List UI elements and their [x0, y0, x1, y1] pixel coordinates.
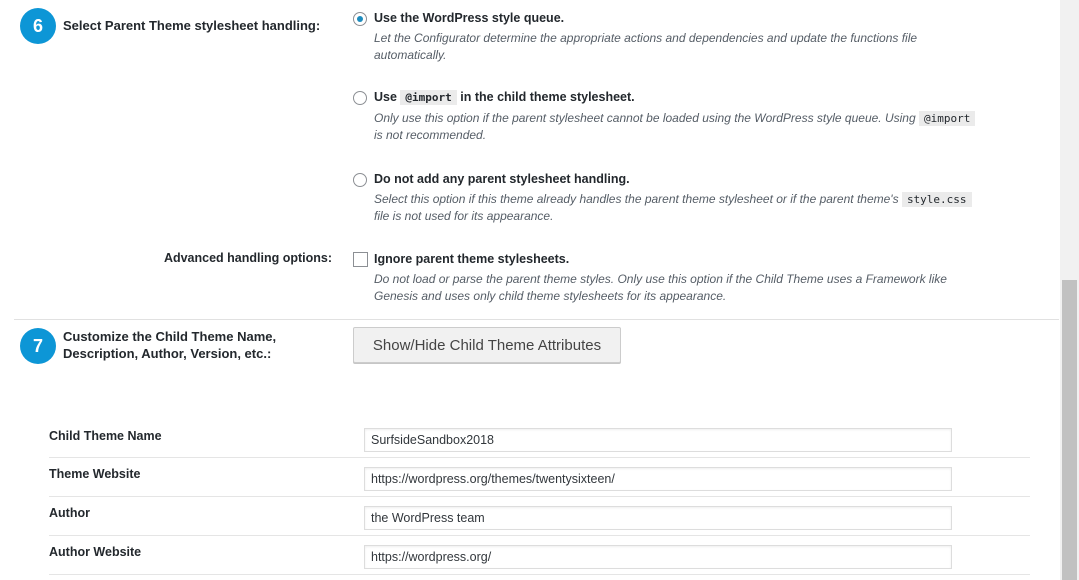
- step-6-label: Select Parent Theme stylesheet handling:: [63, 18, 321, 33]
- ignore-parent-label: Ignore parent theme stylesheets.: [374, 252, 570, 266]
- option-no-handling-desc: Select this option if this theme already…: [374, 191, 986, 225]
- step-7-badge: 7: [20, 328, 56, 364]
- row-divider: [49, 535, 1030, 536]
- import-code-desc: @import: [919, 111, 976, 126]
- section-divider: [14, 319, 1059, 320]
- option-import-label: Use @import in the child theme styleshee…: [374, 90, 635, 105]
- author-website-input[interactable]: [364, 545, 952, 569]
- child-theme-name-label: Child Theme Name: [49, 429, 162, 443]
- row-divider: [49, 457, 1030, 458]
- author-input[interactable]: [364, 506, 952, 530]
- show-hide-attributes-button[interactable]: Show/Hide Child Theme Attributes: [353, 327, 621, 363]
- option-import-desc: Only use this option if the parent style…: [374, 110, 979, 144]
- row-divider: [49, 496, 1030, 497]
- ignore-parent-desc: Do not load or parse the parent theme st…: [374, 272, 947, 303]
- child-theme-name-input[interactable]: [364, 428, 952, 452]
- option-style-queue-desc: Let the Configurator determine the appro…: [374, 31, 918, 62]
- scrollbar-thumb[interactable]: [1062, 280, 1077, 580]
- author-label: Author: [49, 506, 90, 520]
- step-7-label: Customize the Child Theme Name, Descript…: [63, 329, 277, 361]
- radio-import[interactable]: [353, 91, 367, 105]
- ignore-parent-checkbox[interactable]: [353, 252, 368, 267]
- option-no-handling-label: Do not add any parent stylesheet handlin…: [374, 172, 630, 186]
- row-divider: [49, 574, 1030, 575]
- import-code: @import: [400, 90, 457, 105]
- radio-style-queue[interactable]: [353, 12, 367, 26]
- theme-website-label: Theme Website: [49, 467, 141, 481]
- style-css-code: style.css: [901, 192, 972, 207]
- theme-website-input[interactable]: [364, 467, 952, 491]
- step-6-badge: 6: [20, 8, 56, 44]
- option-style-queue-label: Use the WordPress style queue.: [374, 11, 565, 25]
- author-website-label: Author Website: [49, 545, 142, 559]
- advanced-handling-label: Advanced handling options:: [163, 251, 332, 265]
- radio-no-handling[interactable]: [353, 173, 367, 187]
